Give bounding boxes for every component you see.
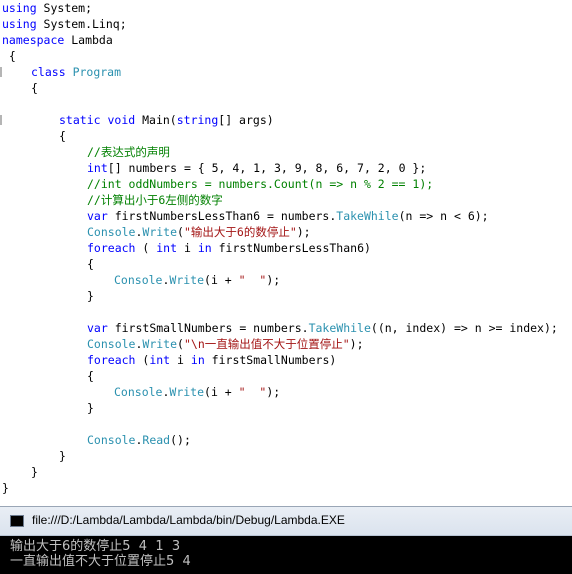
code-line-class: class Program <box>31 64 121 80</box>
type-name: Console <box>114 385 163 399</box>
code-line-brace: { <box>87 257 94 271</box>
string-literal: "\n一直输出值不大于位置停止" <box>183 337 350 351</box>
code-line-brace: } <box>31 465 38 479</box>
keyword: string <box>176 113 219 127</box>
code-line-int-array: int[] numbers = { 5, 4, 1, 3, 9, 8, 6, 7… <box>87 161 427 175</box>
console-output-line: 输出大于6的数停止5 4 1 3 <box>10 539 181 554</box>
code-line-main: static void Main(string[] args) <box>59 113 274 127</box>
code-line-takewhile-1: var firstNumbersLessThan6 = numbers.Take… <box>87 209 489 223</box>
type-name: Program <box>72 65 122 79</box>
code-line-foreach: foreach (int i in firstSmallNumbers) <box>87 353 337 367</box>
code-line-console-read: Console.Read(); <box>87 433 191 447</box>
method-name: Write <box>169 273 205 287</box>
code-line-console-write: Console.Write(i + " "); <box>114 385 281 399</box>
keyword: void <box>107 113 136 127</box>
type-name: Console <box>87 337 136 351</box>
code-line-namespace: namespace Lambda <box>2 33 113 47</box>
code-line-console-write: Console.Write("\n一直输出值不大于位置停止"); <box>87 337 364 351</box>
code-line-brace: } <box>59 449 66 463</box>
keyword: using <box>2 1 37 15</box>
code-line-brace: } <box>87 289 94 303</box>
string-literal: " " <box>238 385 267 399</box>
keyword: foreach <box>87 241 136 255</box>
code-comment: //int oddNumbers = numbers.Count(n => n … <box>87 177 434 191</box>
type-name: Console <box>114 273 163 287</box>
string-literal: " " <box>238 273 267 287</box>
code-line-using-linq: using System.Linq; <box>2 17 127 31</box>
type-name: Console <box>87 225 136 239</box>
keyword: class <box>31 65 66 79</box>
type-name: Console <box>87 433 136 447</box>
code-comment: //计算出小于6左侧的数字 <box>87 193 223 207</box>
keyword: int <box>156 241 178 255</box>
method-name: Read <box>142 433 171 447</box>
keyword: using <box>2 17 37 31</box>
console-titlebar[interactable]: file:///D:/Lambda/Lambda/Lambda/bin/Debu… <box>0 507 572 536</box>
keyword: int <box>87 161 108 175</box>
console-title: file:///D:/Lambda/Lambda/Lambda/bin/Debu… <box>32 513 345 527</box>
code-line-takewhile-2: var firstSmallNumbers = numbers.TakeWhil… <box>87 321 558 335</box>
keyword: in <box>197 241 212 255</box>
method-name: Write <box>142 225 178 239</box>
keyword: var <box>87 209 108 223</box>
string-literal: "输出大于6的数停止" <box>183 225 297 239</box>
code-line-brace: { <box>87 369 94 383</box>
console-window[interactable]: file:///D:/Lambda/Lambda/Lambda/bin/Debu… <box>0 506 572 574</box>
code-editor[interactable]: using System; using System.Linq; namespa… <box>0 0 572 500</box>
keyword: foreach <box>87 353 136 367</box>
keyword: namespace <box>2 33 65 47</box>
code-line-using-system: using System; <box>2 1 93 15</box>
code-comment: //表达式的声明 <box>87 145 170 159</box>
keyword: int <box>149 353 171 367</box>
code-line-brace: { <box>2 49 16 63</box>
code-line-console-write: Console.Write(i + " "); <box>114 273 281 287</box>
console-output-area: 输出大于6的数停止5 4 1 3 一直输出值不大于位置停止5 4 <box>0 537 572 573</box>
code-line-console-write: Console.Write("输出大于6的数停止"); <box>87 225 311 239</box>
code-line-brace: } <box>2 481 9 495</box>
method-name: TakeWhile <box>336 209 399 223</box>
method-name: Write <box>169 385 205 399</box>
method-name: TakeWhile <box>308 321 371 335</box>
code-line-brace: } <box>87 401 94 415</box>
code-line-foreach: foreach ( int i in firstNumbersLessThan6… <box>87 241 371 255</box>
code-line-brace: { <box>59 129 66 143</box>
keyword: static <box>59 113 101 127</box>
keyword: in <box>190 353 205 367</box>
outline-marker <box>0 67 2 77</box>
method-name: Write <box>142 337 178 351</box>
outline-marker <box>0 115 2 125</box>
keyword: var <box>87 321 108 335</box>
console-app-icon <box>10 515 24 527</box>
code-line-brace: { <box>31 81 38 95</box>
console-output-line: 一直输出值不大于位置停止5 4 <box>10 554 191 569</box>
